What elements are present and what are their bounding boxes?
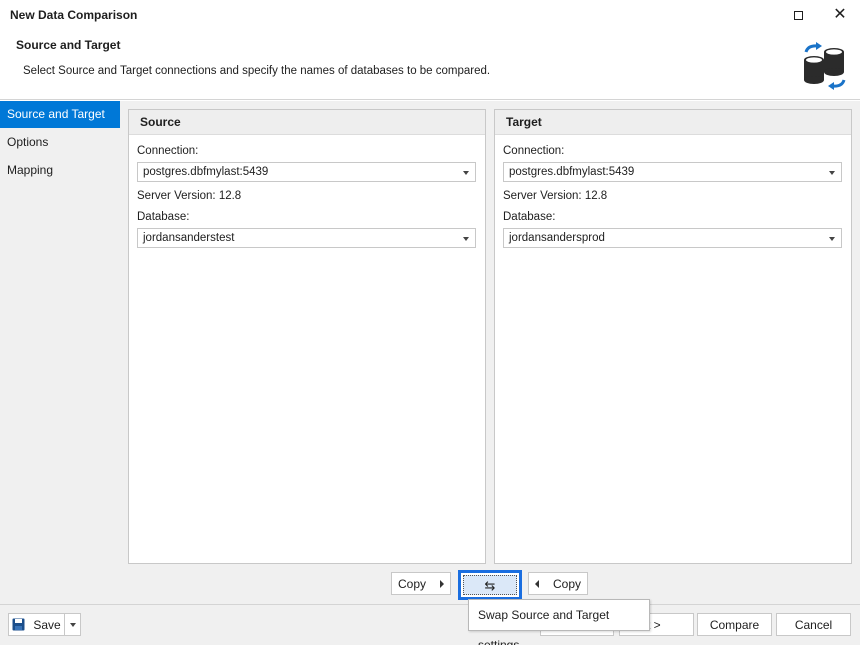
- chevron-down-icon: [463, 171, 469, 175]
- target-server-version: Server Version: 12.8: [503, 190, 607, 202]
- save-button[interactable]: Save: [8, 613, 65, 636]
- copy-to-source-label: Copy: [553, 577, 581, 591]
- swap-button[interactable]: ⇆: [458, 570, 522, 600]
- target-database-value: jordansandersprod: [509, 232, 605, 244]
- sidebar-item-options[interactable]: Options: [0, 129, 120, 156]
- page-title: Source and Target: [16, 38, 120, 52]
- arrow-right-icon: [440, 580, 444, 588]
- source-connection-value: postgres.dbfmylast:5439: [143, 166, 268, 178]
- cancel-label: Cancel: [795, 618, 832, 632]
- wizard-sidebar: Source and Target Options Mapping: [0, 101, 120, 604]
- chevron-down-icon: [829, 171, 835, 175]
- source-server-version: Server Version: 12.8: [137, 190, 241, 202]
- maximize-icon: [794, 11, 803, 20]
- target-connection-select[interactable]: postgres.dbfmylast:5439: [503, 162, 842, 182]
- swap-tooltip: Swap Source and Target settings: [468, 599, 650, 631]
- compare-button[interactable]: Compare: [697, 613, 772, 636]
- source-panel: Source Connection: postgres.dbfmylast:54…: [128, 109, 486, 564]
- maximize-button[interactable]: [778, 0, 818, 30]
- target-panel: Target Connection: postgres.dbfmylast:54…: [494, 109, 852, 564]
- source-database-value: jordansanderstest: [143, 232, 234, 244]
- page-description: Select Source and Target connections and…: [23, 65, 490, 77]
- target-connection-value: postgres.dbfmylast:5439: [509, 166, 634, 178]
- arrow-left-icon: [535, 580, 539, 588]
- sidebar-item-mapping[interactable]: Mapping: [0, 157, 120, 184]
- cancel-button[interactable]: Cancel: [776, 613, 851, 636]
- source-connection-label: Connection:: [137, 145, 198, 157]
- source-database-label: Database:: [137, 211, 189, 223]
- close-icon: ✕: [833, 7, 846, 23]
- database-swap-icon: [800, 42, 848, 90]
- source-database-select[interactable]: jordansanderstest: [137, 228, 476, 248]
- sidebar-item-source-and-target[interactable]: Source and Target: [0, 101, 120, 128]
- source-heading: Source: [129, 110, 485, 135]
- target-database-label: Database:: [503, 211, 555, 223]
- close-button[interactable]: ✕: [820, 0, 860, 30]
- source-connection-select[interactable]: postgres.dbfmylast:5439: [137, 162, 476, 182]
- floppy-disk-icon: [12, 618, 25, 631]
- copy-to-target-button[interactable]: Copy: [391, 572, 451, 595]
- compare-label: Compare: [710, 618, 759, 632]
- target-database-select[interactable]: jordansandersprod: [503, 228, 842, 248]
- wizard-footer: Save xt > Compare Cancel: [0, 604, 860, 645]
- save-label: Save: [33, 618, 60, 632]
- target-heading: Target: [495, 110, 851, 135]
- copy-to-source-button[interactable]: Copy: [528, 572, 588, 595]
- chevron-down-icon: [829, 237, 835, 241]
- copy-to-target-label: Copy: [398, 577, 426, 591]
- chevron-down-icon: [70, 623, 76, 627]
- save-dropdown-button[interactable]: [64, 613, 81, 636]
- title-bar: New Data Comparison ✕: [0, 0, 860, 30]
- wizard-header: Source and Target Select Source and Targ…: [0, 30, 860, 100]
- content-area: Source Connection: postgres.dbfmylast:54…: [120, 101, 860, 604]
- chevron-down-icon: [463, 237, 469, 241]
- window-title: New Data Comparison: [10, 8, 137, 22]
- swap-icon: ⇆: [485, 579, 496, 592]
- target-connection-label: Connection:: [503, 145, 564, 157]
